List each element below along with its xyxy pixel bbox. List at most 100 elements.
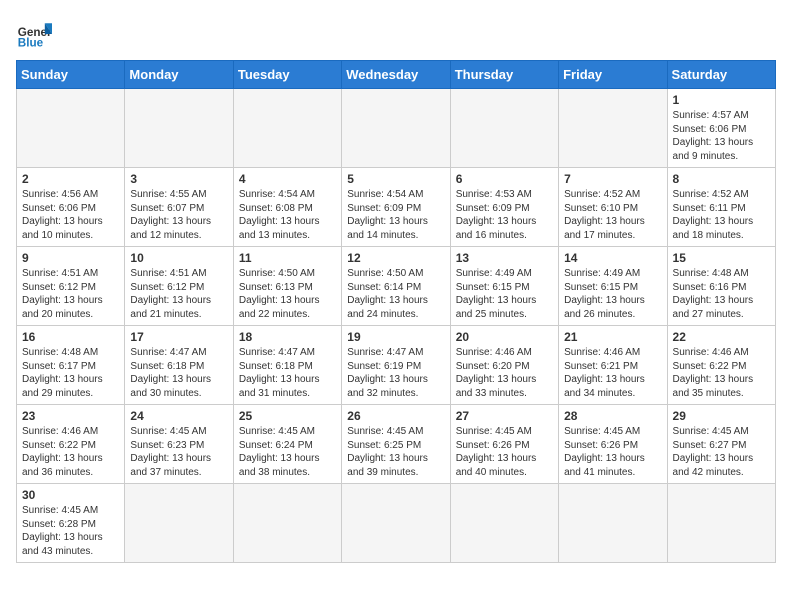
calendar-cell: [450, 89, 558, 168]
calendar-header-thursday: Thursday: [450, 61, 558, 89]
calendar-header-row: SundayMondayTuesdayWednesdayThursdayFrid…: [17, 61, 776, 89]
calendar-cell: 17Sunrise: 4:47 AM Sunset: 6:18 PM Dayli…: [125, 326, 233, 405]
day-info: Sunrise: 4:46 AM Sunset: 6:22 PM Dayligh…: [673, 346, 770, 400]
calendar-cell: 23 Sunrise: 4:46 AM Sunset: 6:22 PM Dayli…: [17, 405, 125, 484]
calendar-cell: 24 Sunrise: 4:45 AM Sunset: 6:23 PM Dayli…: [125, 405, 233, 484]
calendar-week-row: 16 Sunrise: 4:48 AM Sunset: 6:17 PM Dayli…: [17, 326, 776, 405]
page-header: General Blue: [16, 16, 776, 52]
day-info: Sunrise: 4:57 AM Sunset: 6:06 PM Dayligh…: [673, 109, 770, 163]
calendar-header-monday: Monday: [125, 61, 233, 89]
calendar-cell: [342, 89, 450, 168]
calendar-cell: 16 Sunrise: 4:48 AM Sunset: 6:17 PM Dayli…: [17, 326, 125, 405]
day-number: 29: [673, 409, 770, 423]
day-info: Sunrise: 4:46 AM Sunset: 6:21 PM Dayligh…: [564, 346, 661, 400]
calendar-cell: 30Sunrise: 4:45 AM Sunset: 6:28 PM Dayli…: [17, 484, 125, 563]
day-number: 17: [130, 330, 227, 344]
day-number: 3: [130, 172, 227, 186]
day-info: Sunrise: 4:53 AM Sunset: 6:09 PM Dayligh…: [456, 188, 553, 242]
day-number: 14: [564, 251, 661, 265]
calendar-cell: 3 Sunrise: 4:55 AM Sunset: 6:07 PM Daylig…: [125, 168, 233, 247]
day-number: 9: [22, 251, 119, 265]
day-number: 11: [239, 251, 336, 265]
day-number: 7: [564, 172, 661, 186]
day-number: 18: [239, 330, 336, 344]
calendar-cell: [233, 484, 341, 563]
day-info: Sunrise: 4:48 AM Sunset: 6:17 PM Dayligh…: [22, 346, 119, 400]
day-number: 13: [456, 251, 553, 265]
day-number: 23: [22, 409, 119, 423]
calendar-cell: [125, 484, 233, 563]
calendar-cell: 12 Sunrise: 4:50 AM Sunset: 6:14 PM Dayli…: [342, 247, 450, 326]
day-number: 24: [130, 409, 227, 423]
svg-text:Blue: Blue: [18, 37, 44, 50]
day-number: 4: [239, 172, 336, 186]
calendar-week-row: 1 Sunrise: 4:57 AM Sunset: 6:06 PM Daylig…: [17, 89, 776, 168]
calendar-cell: 22 Sunrise: 4:46 AM Sunset: 6:22 PM Dayli…: [667, 326, 775, 405]
logo-icon: General Blue: [16, 16, 52, 52]
calendar-cell: 27 Sunrise: 4:45 AM Sunset: 6:26 PM Dayli…: [450, 405, 558, 484]
calendar-header-friday: Friday: [559, 61, 667, 89]
day-info: Sunrise: 4:54 AM Sunset: 6:08 PM Dayligh…: [239, 188, 336, 242]
day-number: 1: [673, 93, 770, 107]
calendar-cell: [450, 484, 558, 563]
logo: General Blue: [16, 16, 52, 52]
day-number: 26: [347, 409, 444, 423]
day-info: Sunrise: 4:49 AM Sunset: 6:15 PM Dayligh…: [456, 267, 553, 321]
day-info: Sunrise: 4:51 AM Sunset: 6:12 PM Dayligh…: [22, 267, 119, 321]
calendar-cell: [17, 89, 125, 168]
day-number: 6: [456, 172, 553, 186]
day-info: Sunrise: 4:55 AM Sunset: 6:07 PM Dayligh…: [130, 188, 227, 242]
day-number: 28: [564, 409, 661, 423]
calendar-cell: 14 Sunrise: 4:49 AM Sunset: 6:15 PM Dayli…: [559, 247, 667, 326]
calendar-cell: [233, 89, 341, 168]
day-number: 10: [130, 251, 227, 265]
day-number: 30: [22, 488, 119, 502]
day-number: 16: [22, 330, 119, 344]
day-info: Sunrise: 4:45 AM Sunset: 6:26 PM Dayligh…: [456, 425, 553, 479]
calendar-cell: 15Sunrise: 4:48 AM Sunset: 6:16 PM Dayli…: [667, 247, 775, 326]
calendar-table: SundayMondayTuesdayWednesdayThursdayFrid…: [16, 60, 776, 563]
day-info: Sunrise: 4:47 AM Sunset: 6:18 PM Dayligh…: [239, 346, 336, 400]
calendar-cell: 2Sunrise: 4:56 AM Sunset: 6:06 PM Daylig…: [17, 168, 125, 247]
calendar-cell: [125, 89, 233, 168]
calendar-cell: 21 Sunrise: 4:46 AM Sunset: 6:21 PM Dayli…: [559, 326, 667, 405]
calendar-cell: 4 Sunrise: 4:54 AM Sunset: 6:08 PM Daylig…: [233, 168, 341, 247]
calendar-cell: 26Sunrise: 4:45 AM Sunset: 6:25 PM Dayli…: [342, 405, 450, 484]
calendar-cell: 9 Sunrise: 4:51 AM Sunset: 6:12 PM Daylig…: [17, 247, 125, 326]
calendar-header-tuesday: Tuesday: [233, 61, 341, 89]
calendar-cell: 1 Sunrise: 4:57 AM Sunset: 6:06 PM Daylig…: [667, 89, 775, 168]
day-info: Sunrise: 4:50 AM Sunset: 6:14 PM Dayligh…: [347, 267, 444, 321]
day-number: 21: [564, 330, 661, 344]
calendar-cell: 13 Sunrise: 4:49 AM Sunset: 6:15 PM Dayli…: [450, 247, 558, 326]
day-number: 27: [456, 409, 553, 423]
calendar-cell: [342, 484, 450, 563]
day-number: 19: [347, 330, 444, 344]
day-info: Sunrise: 4:45 AM Sunset: 6:24 PM Dayligh…: [239, 425, 336, 479]
calendar-cell: 11 Sunrise: 4:50 AM Sunset: 6:13 PM Dayli…: [233, 247, 341, 326]
day-info: Sunrise: 4:52 AM Sunset: 6:11 PM Dayligh…: [673, 188, 770, 242]
day-info: Sunrise: 4:54 AM Sunset: 6:09 PM Dayligh…: [347, 188, 444, 242]
day-info: Sunrise: 4:45 AM Sunset: 6:27 PM Dayligh…: [673, 425, 770, 479]
calendar-cell: [667, 484, 775, 563]
day-info: Sunrise: 4:48 AM Sunset: 6:16 PM Dayligh…: [673, 267, 770, 321]
day-number: 25: [239, 409, 336, 423]
calendar-cell: 18 Sunrise: 4:47 AM Sunset: 6:18 PM Dayli…: [233, 326, 341, 405]
calendar-header-saturday: Saturday: [667, 61, 775, 89]
calendar-cell: 10Sunrise: 4:51 AM Sunset: 6:12 PM Dayli…: [125, 247, 233, 326]
day-number: 8: [673, 172, 770, 186]
day-info: Sunrise: 4:49 AM Sunset: 6:15 PM Dayligh…: [564, 267, 661, 321]
calendar-cell: 8 Sunrise: 4:52 AM Sunset: 6:11 PM Daylig…: [667, 168, 775, 247]
day-info: Sunrise: 4:45 AM Sunset: 6:23 PM Dayligh…: [130, 425, 227, 479]
day-number: 20: [456, 330, 553, 344]
day-number: 22: [673, 330, 770, 344]
day-number: 2: [22, 172, 119, 186]
day-info: Sunrise: 4:50 AM Sunset: 6:13 PM Dayligh…: [239, 267, 336, 321]
day-info: Sunrise: 4:52 AM Sunset: 6:10 PM Dayligh…: [564, 188, 661, 242]
calendar-cell: 20Sunrise: 4:46 AM Sunset: 6:20 PM Dayli…: [450, 326, 558, 405]
day-number: 12: [347, 251, 444, 265]
calendar-cell: 19Sunrise: 4:47 AM Sunset: 6:19 PM Dayli…: [342, 326, 450, 405]
day-info: Sunrise: 4:46 AM Sunset: 6:22 PM Dayligh…: [22, 425, 119, 479]
calendar-week-row: 9 Sunrise: 4:51 AM Sunset: 6:12 PM Daylig…: [17, 247, 776, 326]
calendar-cell: 29 Sunrise: 4:45 AM Sunset: 6:27 PM Dayli…: [667, 405, 775, 484]
calendar-header-sunday: Sunday: [17, 61, 125, 89]
